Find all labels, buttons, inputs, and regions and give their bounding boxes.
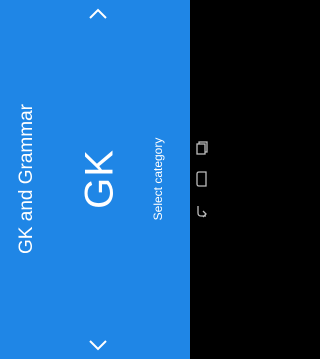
home-icon (196, 171, 207, 187)
select-category-hint: Select category (151, 137, 165, 221)
home-button[interactable] (193, 168, 211, 190)
recent-apps-button[interactable] (193, 137, 211, 159)
app-title: GK and Grammar (16, 104, 37, 254)
back-icon (197, 206, 207, 218)
screen: GK and Grammar GK Select category (0, 0, 215, 359)
chevron-up-icon[interactable] (88, 8, 108, 20)
chevron-down-icon[interactable] (88, 339, 108, 351)
recent-apps-icon (196, 141, 208, 155)
category-heading: GK (77, 149, 122, 209)
back-button[interactable] (193, 200, 211, 222)
category-card[interactable]: GK and Grammar GK Select category (0, 0, 190, 359)
navigation-bar (190, 0, 215, 359)
